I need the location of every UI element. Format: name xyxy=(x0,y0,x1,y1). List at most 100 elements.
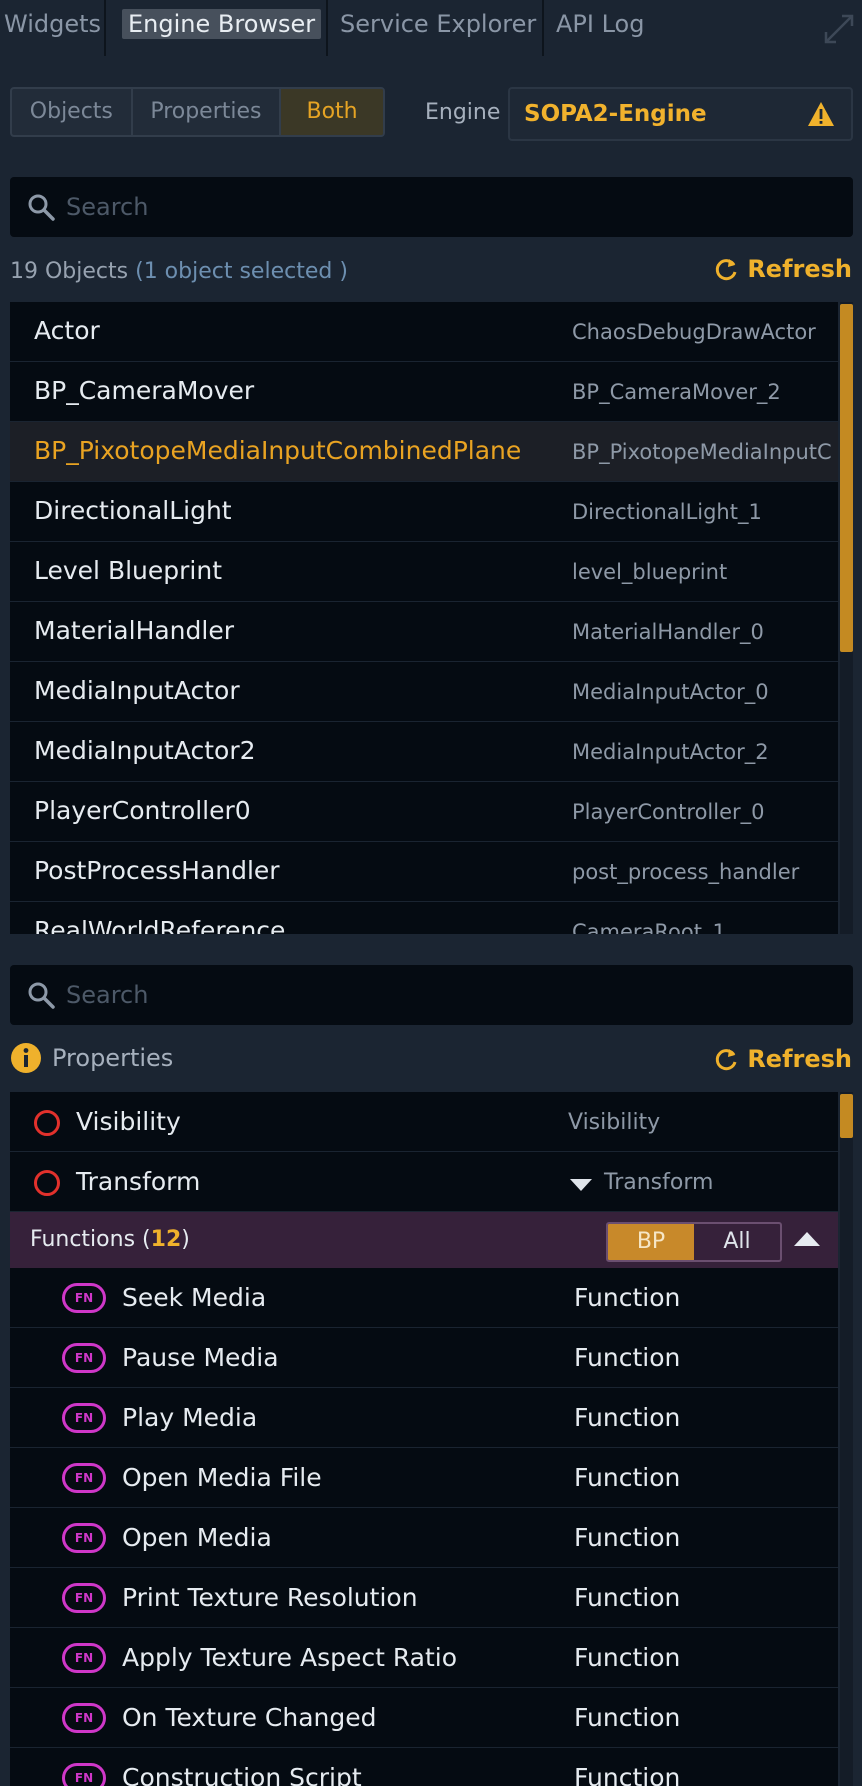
function-icon: FN xyxy=(62,1403,106,1433)
object-id: BP_PixotopeMediaInputC xyxy=(572,440,832,464)
tab-engine-browser[interactable]: Engine Browser xyxy=(122,0,322,50)
object-name: PlayerController0 xyxy=(34,796,251,825)
function-name: Print Texture Resolution xyxy=(122,1583,418,1612)
function-row[interactable]: FN Open Media Function xyxy=(10,1508,838,1568)
function-row[interactable]: FN Apply Texture Aspect Ratio Function xyxy=(10,1628,838,1688)
function-name: Open Media xyxy=(122,1523,272,1552)
engine-name: SOPA2-Engine xyxy=(524,101,707,127)
property-row-transform[interactable]: Transform Transform xyxy=(10,1152,838,1212)
function-name: Seek Media xyxy=(122,1283,267,1312)
view-toggle: Objects Properties Both xyxy=(10,87,385,137)
function-name: Play Media xyxy=(122,1403,258,1432)
tab-service-explorer[interactable]: Service Explorer xyxy=(340,0,536,50)
tab-bar: Widgets Engine Browser Service Explorer … xyxy=(0,0,862,56)
chevron-up-icon[interactable] xyxy=(794,1230,820,1246)
function-icon: FN xyxy=(62,1523,106,1553)
tab-divider xyxy=(326,0,328,56)
function-type: Function xyxy=(574,1403,681,1432)
property-value: Visibility xyxy=(568,1110,661,1135)
property-name: Transform xyxy=(76,1167,201,1196)
refresh-icon xyxy=(716,259,737,281)
info-icon xyxy=(11,1043,41,1073)
object-name: Actor xyxy=(34,316,100,345)
object-name: MaterialHandler xyxy=(34,616,234,645)
object-row[interactable]: MediaInputActor2 MediaInputActor_2 xyxy=(10,722,838,782)
function-row[interactable]: FN Play Media Function xyxy=(10,1388,838,1448)
properties-title: Properties xyxy=(52,1044,174,1072)
object-row[interactable]: BP_CameraMover BP_CameraMover_2 xyxy=(10,362,838,422)
object-row[interactable]: MaterialHandler MaterialHandler_0 xyxy=(10,602,838,662)
function-name: Construction Script xyxy=(122,1763,362,1786)
scrollbar-thumb[interactable] xyxy=(840,304,853,652)
object-name: PostProcessHandler xyxy=(34,856,280,885)
object-name: BP_PixotopeMediaInputCombinedPlane xyxy=(34,436,522,465)
properties-list: Visibility Visibility Transform Transfor… xyxy=(10,1092,838,1786)
functions-count: 12 xyxy=(150,1227,182,1252)
engine-label: Engine xyxy=(425,100,501,125)
object-name: DirectionalLight xyxy=(34,496,232,525)
search-placeholder: Search xyxy=(66,193,149,221)
tab-api-log[interactable]: API Log xyxy=(556,0,644,50)
function-row[interactable]: FN Open Media File Function xyxy=(10,1448,838,1508)
toggle-both[interactable]: Both xyxy=(281,89,383,135)
object-row[interactable]: Level Blueprint level_blueprint xyxy=(10,542,838,602)
function-icon: FN xyxy=(62,1463,106,1493)
function-row[interactable]: FN On Texture Changed Function xyxy=(10,1688,838,1748)
object-search-input[interactable]: Search xyxy=(10,177,853,237)
status-ring-icon xyxy=(34,1110,60,1136)
object-id: MediaInputActor_2 xyxy=(572,740,769,764)
function-type: Function xyxy=(574,1463,681,1492)
property-row-visibility[interactable]: Visibility Visibility xyxy=(10,1092,838,1152)
object-row[interactable]: PostProcessHandler post_process_handler xyxy=(10,842,838,902)
object-id: PlayerController_0 xyxy=(572,800,765,824)
function-type: Function xyxy=(574,1763,681,1786)
engine-select[interactable]: SOPA2-Engine xyxy=(508,87,853,141)
tab-divider xyxy=(104,0,106,56)
search-icon xyxy=(28,982,55,1009)
function-type: Function xyxy=(574,1523,681,1552)
object-row[interactable]: Actor ChaosDebugDrawActor xyxy=(10,302,838,362)
property-search-input[interactable]: Search xyxy=(10,965,853,1025)
function-type: Function xyxy=(574,1583,681,1612)
object-id: post_process_handler xyxy=(572,860,800,884)
function-row[interactable]: FN Pause Media Function xyxy=(10,1328,838,1388)
object-row[interactable]: BP_PixotopeMediaInputCombinedPlane BP_Pix… xyxy=(10,422,838,482)
objects-scrollbar[interactable] xyxy=(840,302,853,934)
refresh-objects-button[interactable]: Refresh xyxy=(713,255,852,283)
function-icon: FN xyxy=(62,1343,106,1373)
expand-icon[interactable] xyxy=(822,12,856,46)
properties-scrollbar[interactable] xyxy=(840,1092,853,1786)
toggle-properties[interactable]: Properties xyxy=(133,89,282,135)
function-row[interactable]: FN Print Texture Resolution Function xyxy=(10,1568,838,1628)
properties-header: Properties xyxy=(10,1042,173,1074)
function-row[interactable]: FN Seek Media Function xyxy=(10,1268,838,1328)
object-id: level_blueprint xyxy=(572,560,728,584)
filter-all[interactable]: All xyxy=(694,1224,780,1260)
property-value: Transform xyxy=(604,1170,714,1195)
toggle-objects[interactable]: Objects xyxy=(12,89,133,135)
object-row[interactable]: PlayerController0 PlayerController_0 xyxy=(10,782,838,842)
object-row[interactable]: RealWorldReference CameraRoot_1 xyxy=(10,902,838,934)
object-name: Level Blueprint xyxy=(34,556,223,585)
function-name: Open Media File xyxy=(122,1463,322,1492)
object-id: MediaInputActor_0 xyxy=(572,680,769,704)
scrollbar-thumb[interactable] xyxy=(840,1094,853,1138)
object-name: MediaInputActor2 xyxy=(34,736,256,765)
function-icon: FN xyxy=(62,1703,106,1733)
functions-filter: BP All xyxy=(606,1222,782,1262)
object-row[interactable]: DirectionalLight DirectionalLight_1 xyxy=(10,482,838,542)
object-name: RealWorldReference xyxy=(34,916,286,934)
caret-down-icon[interactable] xyxy=(570,1179,592,1191)
filter-bp[interactable]: BP xyxy=(608,1224,694,1260)
object-name: MediaInputActor xyxy=(34,676,240,705)
function-row[interactable]: FN Construction Script Function xyxy=(10,1748,838,1786)
function-icon: FN xyxy=(62,1583,106,1613)
function-icon: FN xyxy=(62,1283,106,1313)
tab-divider xyxy=(542,0,544,56)
refresh-properties-button[interactable]: Refresh xyxy=(713,1045,852,1073)
object-row[interactable]: MediaInputActor MediaInputActor_0 xyxy=(10,662,838,722)
functions-title: Functions (12) xyxy=(30,1227,190,1252)
tab-widgets[interactable]: Widgets xyxy=(4,0,101,50)
functions-section-header: Functions (12) BP All xyxy=(10,1212,838,1268)
function-type: Function xyxy=(574,1283,681,1312)
